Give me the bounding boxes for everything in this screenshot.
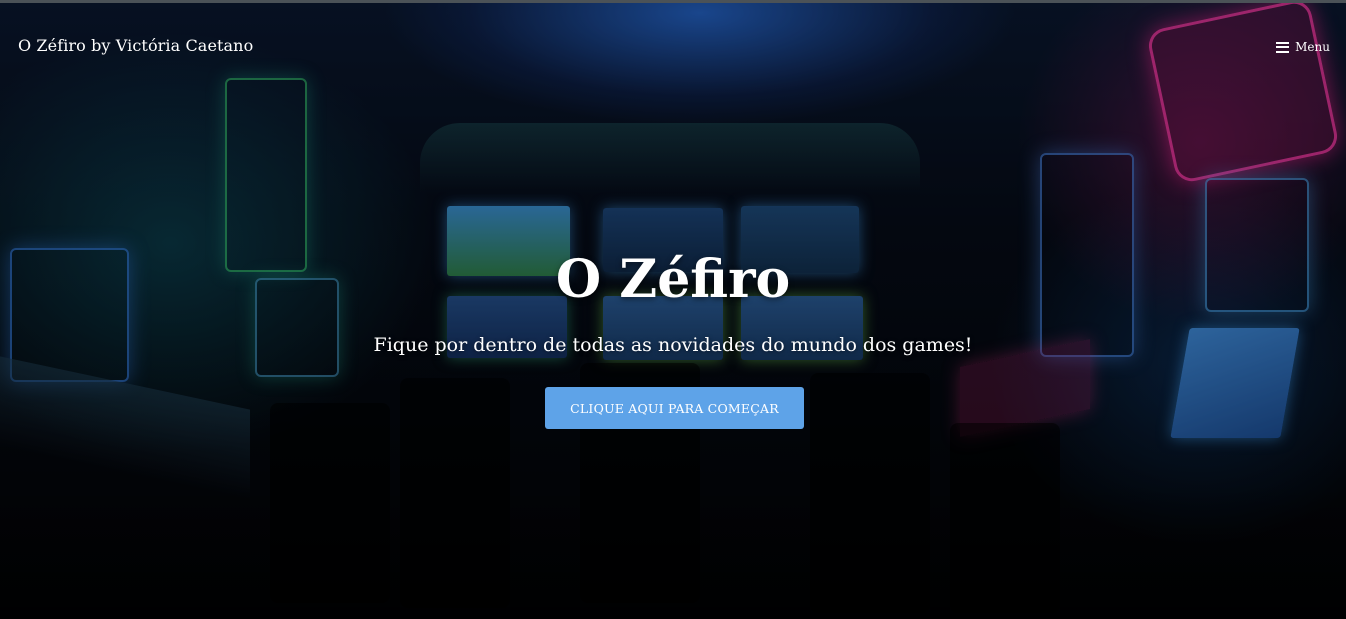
hero-subtitle: Fique por dentro de todas as novidades d…	[373, 334, 973, 356]
hero-title: O Zéfiro	[555, 248, 791, 310]
menu-label: Menu	[1295, 40, 1330, 54]
cta-start-button[interactable]: CLIQUE AQUI PARA COMEÇAR	[545, 387, 804, 429]
site-brand-link[interactable]: O Zéfiro by Victória Caetano	[18, 36, 253, 55]
menu-toggle-button[interactable]: Menu	[1276, 40, 1330, 54]
window-top-border	[0, 0, 1346, 3]
hamburger-icon	[1276, 41, 1290, 53]
